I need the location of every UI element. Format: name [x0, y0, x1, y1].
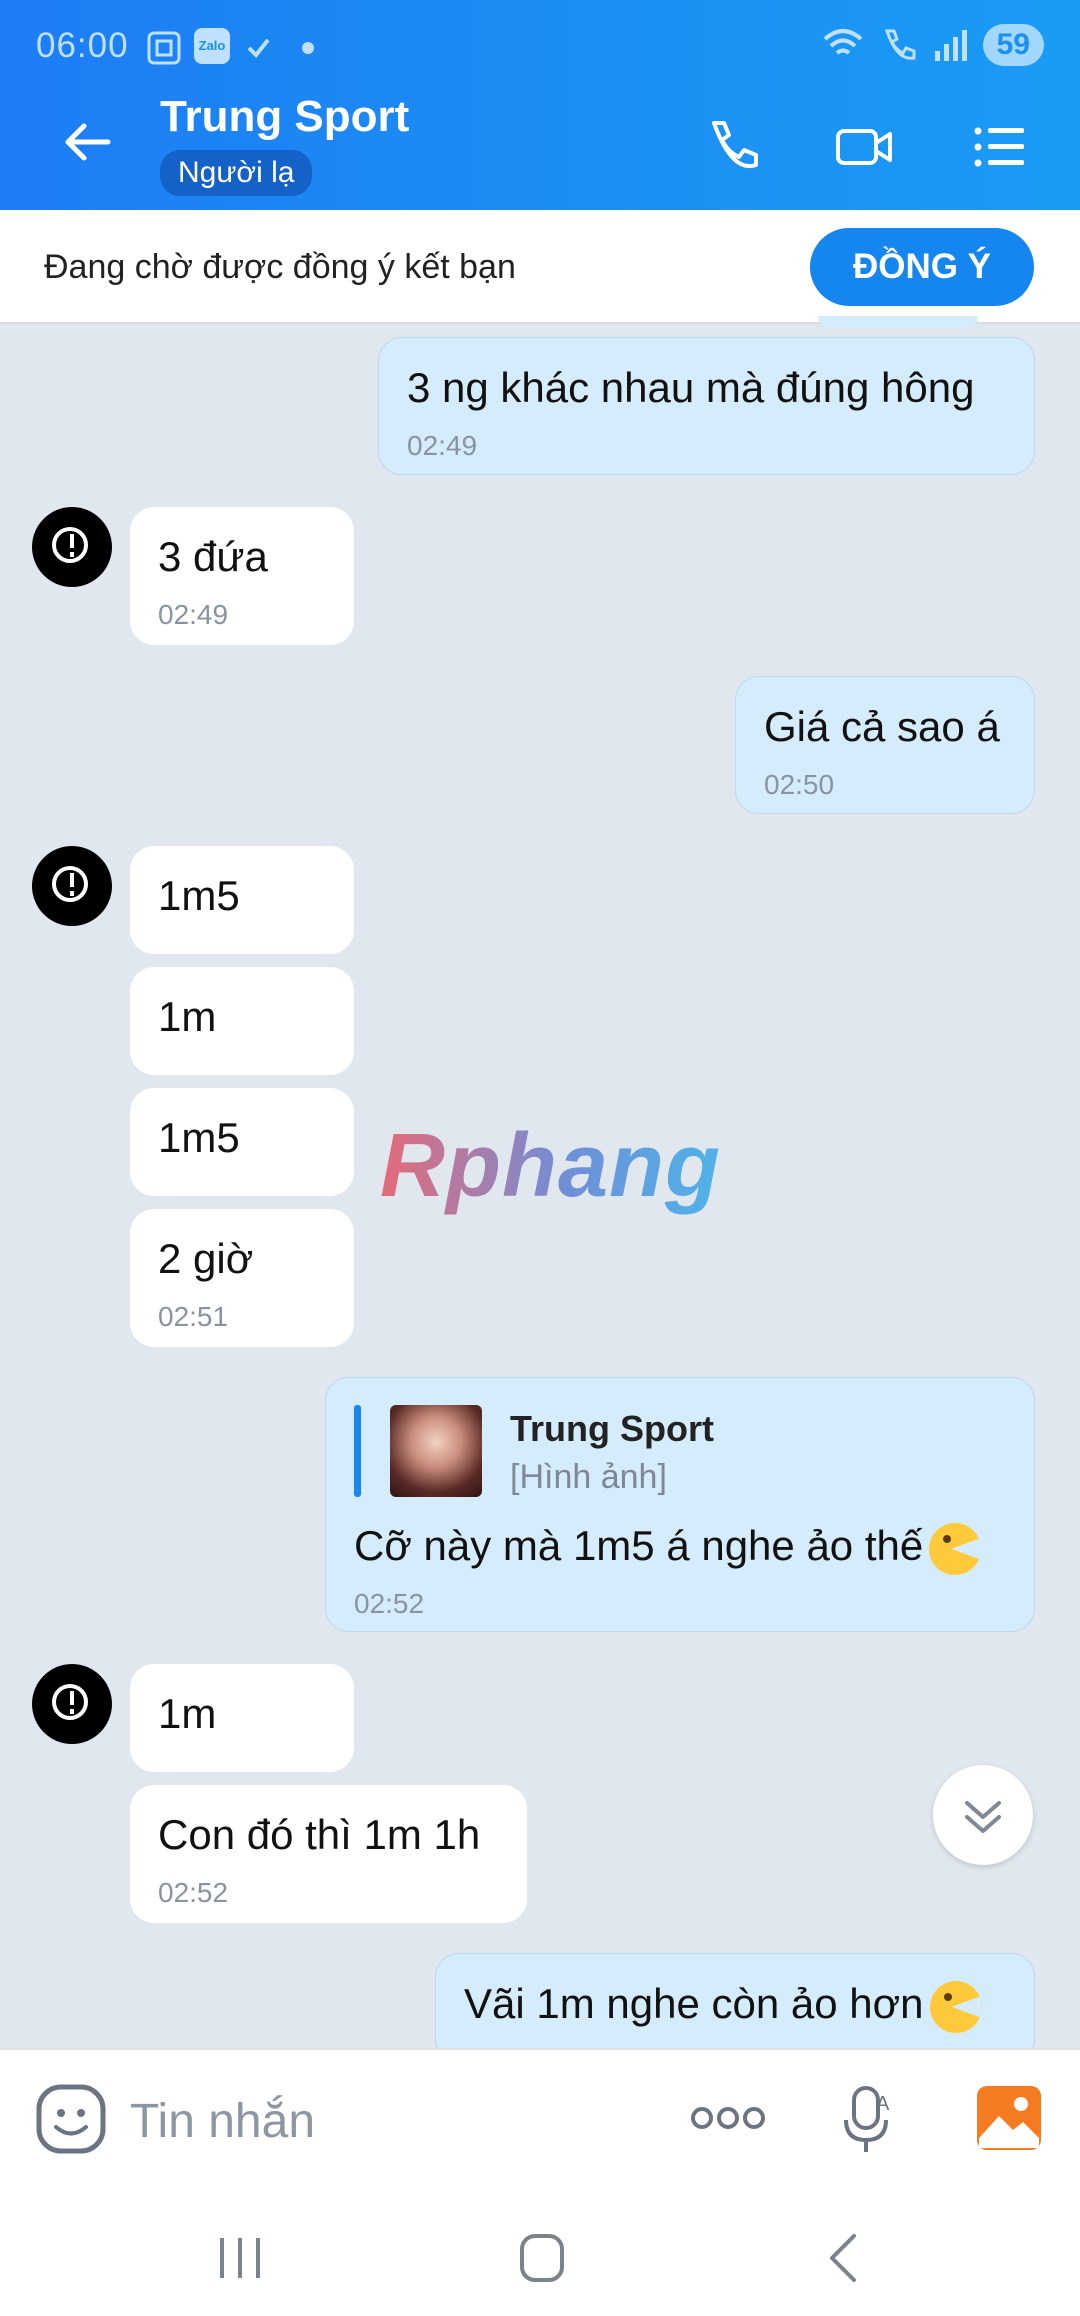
notification-dot-icon — [302, 42, 314, 54]
message-text: 1m5 — [158, 872, 240, 919]
video-call-icon[interactable] — [832, 115, 896, 179]
pending-friend-text: Đang chờ được đồng ý kết bạn — [44, 248, 516, 286]
contact-name[interactable]: Trung Sport — [160, 92, 409, 142]
message-bubble[interactable]: 1m5 — [130, 846, 354, 954]
status-bar: 06:00 Zalo 59 — [0, 0, 1080, 95]
back-nav-icon[interactable] — [820, 2232, 868, 2284]
message-time: 02:49 — [407, 430, 478, 461]
more-options-icon[interactable] — [688, 2096, 768, 2140]
contact-avatar[interactable] — [32, 846, 112, 926]
screenshot-icon — [147, 31, 181, 65]
pacman-emoji-icon — [929, 1980, 982, 2033]
message-bubble[interactable]: Giá cả sao á 02:50 — [735, 676, 1035, 814]
battery-indicator: 59 — [982, 24, 1044, 66]
previous-bubble-edge — [818, 316, 978, 328]
recent-apps-icon[interactable] — [210, 2234, 270, 2282]
message-text: Cỡ này mà 1m5 á nghe ảo thế — [354, 1522, 924, 1569]
message-time: 02:50 — [764, 769, 835, 800]
message-input-bar: A — [0, 2048, 1080, 2190]
message-text: 1m — [158, 1690, 217, 1737]
message-time: 02:52 — [354, 1588, 425, 1619]
message-bubble[interactable]: 1m5 — [130, 1088, 354, 1196]
message-text-row: Cỡ này mà 1m5 á nghe ảo thế — [354, 1522, 982, 1575]
message-bubble[interactable]: 1m — [130, 1664, 354, 1772]
message-text: Con đó thì 1m 1h — [158, 1811, 481, 1858]
message-bubble[interactable]: 1m — [130, 967, 354, 1075]
message-text: 3 đứa — [158, 533, 268, 580]
contact-avatar[interactable] — [32, 507, 112, 587]
message-time: 02:49 — [158, 599, 229, 630]
wifi-icon — [823, 29, 862, 55]
message-bubble[interactable]: 3 đứa 02:49 — [130, 507, 354, 645]
friend-request-bar: Đang chờ được đồng ý kết bạn ĐỒNG Ý — [0, 210, 1080, 324]
stranger-badge: Người lạ — [160, 150, 313, 196]
signal-icon — [934, 30, 967, 61]
chat-header: 06:00 Zalo 59 Trung Sport Người lạ — [0, 0, 1080, 210]
voice-call-icon[interactable] — [700, 115, 764, 179]
home-icon[interactable] — [512, 2232, 572, 2284]
message-bubble[interactable]: 2 giờ 02:51 — [130, 1209, 354, 1347]
message-bubble[interactable]: Vãi 1m nghe còn ảo hơn — [435, 1953, 1035, 2063]
scroll-to-bottom-button[interactable] — [933, 1765, 1033, 1865]
reply-quote-bar — [354, 1405, 361, 1497]
accept-button[interactable]: ĐỒNG Ý — [810, 228, 1034, 306]
reply-content-type: [Hình ảnh] — [510, 1458, 667, 1496]
message-text: 1m5 — [158, 1114, 240, 1161]
pacman-emoji-icon — [929, 1522, 982, 1575]
svg-text:A: A — [876, 2093, 890, 2115]
message-text: 1m — [158, 993, 217, 1040]
watermark-logo: Rphang — [380, 1116, 721, 1216]
reply-sender-name: Trung Sport — [510, 1408, 714, 1449]
menu-list-icon[interactable] — [968, 115, 1032, 179]
reply-image-thumbnail[interactable] — [390, 1405, 482, 1497]
voice-message-icon[interactable]: A — [840, 2082, 900, 2158]
status-icons: 59 — [821, 24, 1044, 66]
message-time: 02:52 — [158, 1877, 229, 1908]
gallery-image-icon[interactable] — [975, 2084, 1043, 2152]
message-text: Giá cả sao á — [764, 703, 1000, 750]
message-text: 2 giờ — [158, 1235, 254, 1282]
back-arrow-icon[interactable] — [58, 112, 118, 172]
zalo-app-icon: Zalo — [194, 28, 230, 64]
verified-app-icon — [241, 31, 275, 65]
contact-avatar[interactable] — [32, 1664, 112, 1744]
status-time: 06:00 — [36, 26, 129, 65]
wifi-call-icon — [884, 29, 916, 60]
message-text: 3 ng khác nhau mà đúng hông — [407, 364, 975, 411]
message-time: 02:51 — [158, 1301, 229, 1332]
system-navigation-bar — [0, 2188, 1080, 2316]
message-input[interactable] — [128, 2080, 632, 2162]
double-chevron-down-icon — [965, 1801, 1001, 1833]
message-bubble[interactable]: Con đó thì 1m 1h 02:52 — [130, 1785, 527, 1923]
sticker-emoji-icon[interactable] — [34, 2082, 108, 2156]
message-text: Vãi 1m nghe còn ảo hơn — [464, 1980, 924, 2027]
message-bubble[interactable]: 3 ng khác nhau mà đúng hông 02:49 — [378, 337, 1035, 475]
